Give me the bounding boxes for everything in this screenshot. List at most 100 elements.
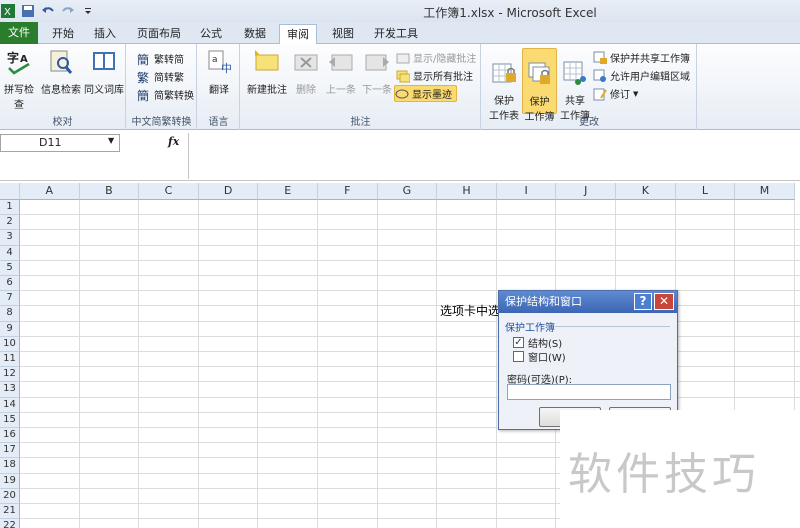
row-header-9[interactable]: 9: [0, 321, 20, 337]
row-header-3[interactable]: 3: [0, 230, 20, 246]
group-changes: 保护 工作表 保护 工作簿 共享 工作簿 保护并共享工作簿 允许用户编辑区域 修…: [482, 44, 697, 130]
row-header-1[interactable]: 1: [0, 200, 20, 216]
new-comment-button[interactable]: 新建批注: [245, 48, 289, 96]
column-header-f[interactable]: F: [318, 183, 378, 200]
thesaurus-label: 同义词库: [84, 85, 124, 96]
row-header-13[interactable]: 13: [0, 382, 20, 398]
row-header-10[interactable]: 10: [0, 336, 20, 352]
show-all-comments-button[interactable]: 显示所有批注: [396, 67, 473, 84]
to-traditional-button[interactable]: 繁 简转繁: [137, 68, 184, 85]
allow-edit-ranges-label: 允许用户编辑区域: [610, 72, 690, 83]
row-header-8[interactable]: 8: [0, 306, 20, 322]
gridline-horizontal: [20, 244, 800, 246]
tab-home[interactable]: 开始: [46, 24, 80, 44]
to-simplified-button[interactable]: 簡 繁转简: [137, 50, 184, 67]
show-ink-button[interactable]: 显示墨迹: [394, 85, 457, 102]
convert-button[interactable]: 簡 简繁转换: [137, 86, 194, 103]
show-ink-icon: [395, 89, 409, 98]
windows-checkbox[interactable]: [513, 351, 524, 362]
previous-comment-button[interactable]: 上一条: [323, 48, 359, 96]
column-header-k[interactable]: K: [616, 183, 676, 200]
row-header-16[interactable]: 16: [0, 428, 20, 444]
delete-comment-label: 删除: [296, 85, 316, 96]
column-header-c[interactable]: C: [139, 183, 199, 200]
research-button[interactable]: 信息检索: [40, 48, 82, 96]
gridline-vertical: [376, 200, 378, 528]
column-header-d[interactable]: D: [198, 183, 259, 200]
windows-label: 窗口(W): [528, 353, 566, 364]
column-header-l[interactable]: L: [675, 183, 736, 200]
thesaurus-button[interactable]: 同义词库: [84, 48, 124, 96]
new-comment-icon: [255, 50, 279, 71]
insert-function-icon[interactable]: fx: [168, 135, 179, 148]
row-header-19[interactable]: 19: [0, 473, 20, 489]
column-header-m[interactable]: M: [735, 183, 795, 200]
delete-comment-button[interactable]: 删除: [289, 48, 323, 96]
tab-data[interactable]: 数据: [238, 24, 272, 44]
row-header-22[interactable]: 22: [0, 519, 20, 528]
protect-and-share-button[interactable]: 保护并共享工作簿: [593, 49, 690, 66]
research-label: 信息检索: [41, 85, 81, 96]
title-bar: X 工作簿1.xlsx - Microsoft Excel: [0, 0, 800, 22]
windows-checkbox-row[interactable]: 窗口(W): [513, 349, 566, 364]
to-traditional-label: 简转繁: [154, 73, 184, 84]
allow-edit-ranges-button[interactable]: 允许用户编辑区域: [593, 67, 690, 84]
column-header-a[interactable]: A: [20, 183, 80, 200]
column-header-g[interactable]: G: [377, 183, 438, 200]
cell-h8-text[interactable]: 选项卡中选: [440, 302, 500, 319]
row-header-6[interactable]: 6: [0, 276, 20, 292]
column-header-j[interactable]: J: [556, 183, 616, 200]
gridline-vertical: [257, 200, 259, 528]
delete-comment-icon: [294, 54, 318, 71]
tab-file[interactable]: 文件: [0, 22, 38, 44]
group-chinese-conversion: 簡 繁转简 繁 简转繁 簡 简繁转换 中文简繁转换: [127, 44, 197, 130]
watermark: 软件技巧: [568, 449, 760, 500]
formula-input[interactable]: [188, 133, 800, 179]
spelling-button[interactable]: 字A 拼写检查: [0, 48, 38, 111]
next-comment-button[interactable]: 下一条: [359, 48, 395, 96]
row-header-15[interactable]: 15: [0, 412, 20, 428]
gridline-horizontal: [20, 259, 800, 261]
tab-review[interactable]: 审阅: [279, 24, 317, 45]
gridline-horizontal: [20, 320, 800, 322]
tab-developer[interactable]: 开发工具: [368, 24, 424, 44]
name-box[interactable]: D11: [0, 134, 120, 152]
name-box-dropdown-icon[interactable]: ▼: [108, 136, 114, 145]
tab-page-layout[interactable]: 页面布局: [132, 24, 186, 44]
column-header-i[interactable]: I: [496, 183, 557, 200]
row-header-5[interactable]: 5: [0, 260, 20, 276]
row-header-11[interactable]: 11: [0, 352, 20, 368]
gridline-vertical: [197, 200, 199, 528]
row-header-12[interactable]: 12: [0, 367, 20, 383]
tab-insert[interactable]: 插入: [88, 24, 122, 44]
translate-button[interactable]: a中 翻译: [200, 48, 238, 96]
row-header-2[interactable]: 2: [0, 215, 20, 231]
gridline-horizontal: [20, 229, 800, 231]
select-all-corner[interactable]: [0, 183, 20, 200]
column-header-b[interactable]: B: [79, 183, 140, 200]
password-input[interactable]: [507, 384, 671, 400]
tab-formulas[interactable]: 公式: [194, 24, 228, 44]
close-icon[interactable]: ✕: [654, 293, 674, 310]
column-header-h[interactable]: H: [437, 183, 497, 200]
track-changes-button[interactable]: 修订 ▼: [593, 85, 638, 102]
row-header-18[interactable]: 18: [0, 458, 20, 474]
column-header-e[interactable]: E: [258, 183, 318, 200]
structure-checkbox[interactable]: ✓: [513, 337, 524, 348]
protect-workbook-button[interactable]: 保护 工作簿: [522, 48, 557, 123]
dropdown-arrow-icon: ▼: [633, 89, 639, 98]
row-header-4[interactable]: 4: [0, 245, 20, 261]
group-language: a中 翻译 语言: [198, 44, 240, 130]
tab-view[interactable]: 视图: [326, 24, 360, 44]
row-header-20[interactable]: 20: [0, 488, 20, 504]
row-header-21[interactable]: 21: [0, 504, 20, 520]
help-icon[interactable]: ?: [634, 293, 652, 310]
row-header-17[interactable]: 17: [0, 443, 20, 459]
structure-checkbox-row[interactable]: ✓ 结构(S): [513, 335, 562, 350]
row-header-14[interactable]: 14: [0, 397, 20, 413]
show-hide-comment-button[interactable]: 显示/隐藏批注: [396, 49, 476, 66]
translate-icon: a中: [208, 50, 232, 75]
row-header-7[interactable]: 7: [0, 291, 20, 307]
group-label-proofing: 校对: [52, 117, 73, 128]
svg-text:簡: 簡: [137, 52, 149, 66]
